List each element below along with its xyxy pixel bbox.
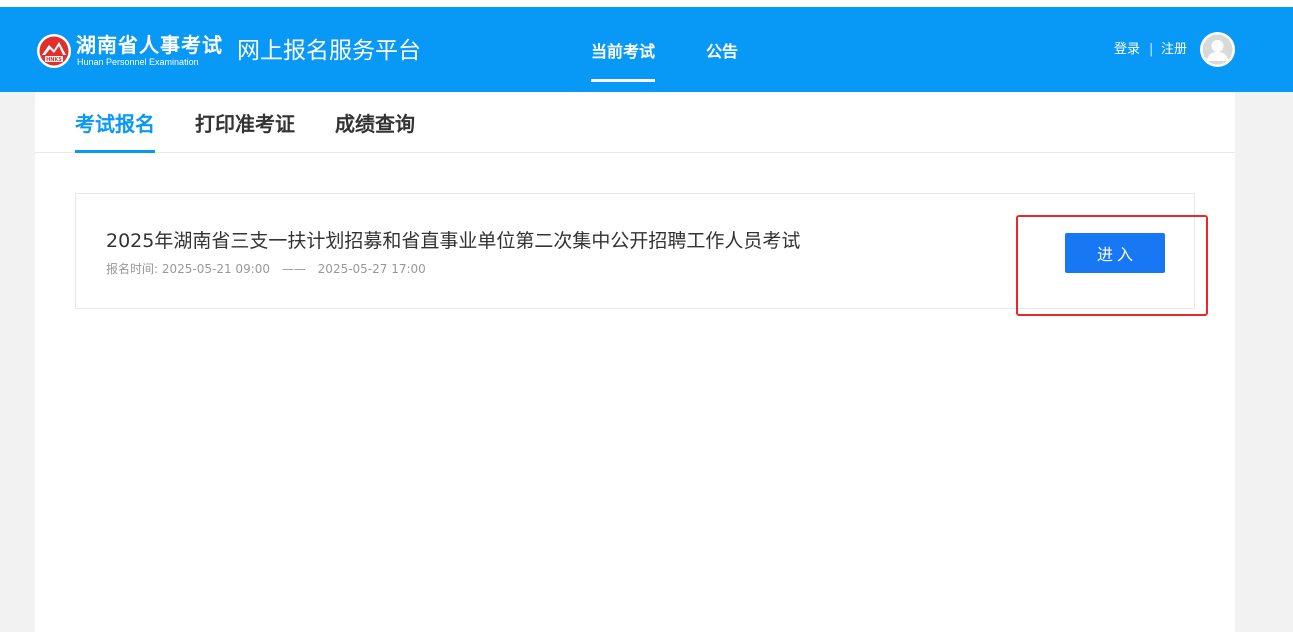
platform-title: 网上报名服务平台 [237,38,421,64]
login-link[interactable]: 登录 [1114,41,1140,59]
auth-separator: | [1149,42,1154,57]
exam-tabs: 考试报名 打印准考证 成绩查询 [35,92,1235,153]
logo-text-en: Hunan Personnel Examination [77,57,199,67]
main-content: 考试报名 打印准考证 成绩查询 2025年湖南省三支一扶计划招募和省直事业单位第… [35,92,1235,632]
logo-emblem-text: HNKS [46,57,62,63]
top-strip [0,0,1293,7]
nav-notice[interactable]: 公告 [706,42,738,62]
nav-current-exam[interactable]: 当前考试 [591,42,656,82]
exam-time-start: 2025-05-21 09:00 [161,262,271,276]
logo-text-cn: 湖南省人事考试 [76,33,223,57]
tab-score-query[interactable]: 成绩查询 [335,111,415,137]
site-header: HNKS 湖南省人事考试 Hunan Personnel Examination… [0,7,1293,92]
logo-emblem-icon: HNKS [37,34,71,68]
tab-exam-signup[interactable]: 考试报名 [75,111,155,153]
exam-title: 2025年湖南省三支一扶计划招募和省直事业单位第二次集中公开招聘工作人员考试 [106,230,801,252]
exam-time-label: 报名时间: [106,262,159,276]
enter-button[interactable]: 进入 [1065,233,1165,273]
register-link[interactable]: 注册 [1161,41,1187,59]
exam-time-dash: —— [281,262,306,276]
user-avatar-icon [1202,34,1233,65]
exam-card: 2025年湖南省三支一扶计划招募和省直事业单位第二次集中公开招聘工作人员考试 报… [75,193,1195,309]
avatar[interactable] [1200,32,1235,67]
exam-time: 报名时间: 2025-05-21 09:00 —— 2025-05-27 17:… [106,261,426,277]
tab-print-admission[interactable]: 打印准考证 [195,111,295,137]
exam-time-end: 2025-05-27 17:00 [317,262,426,276]
